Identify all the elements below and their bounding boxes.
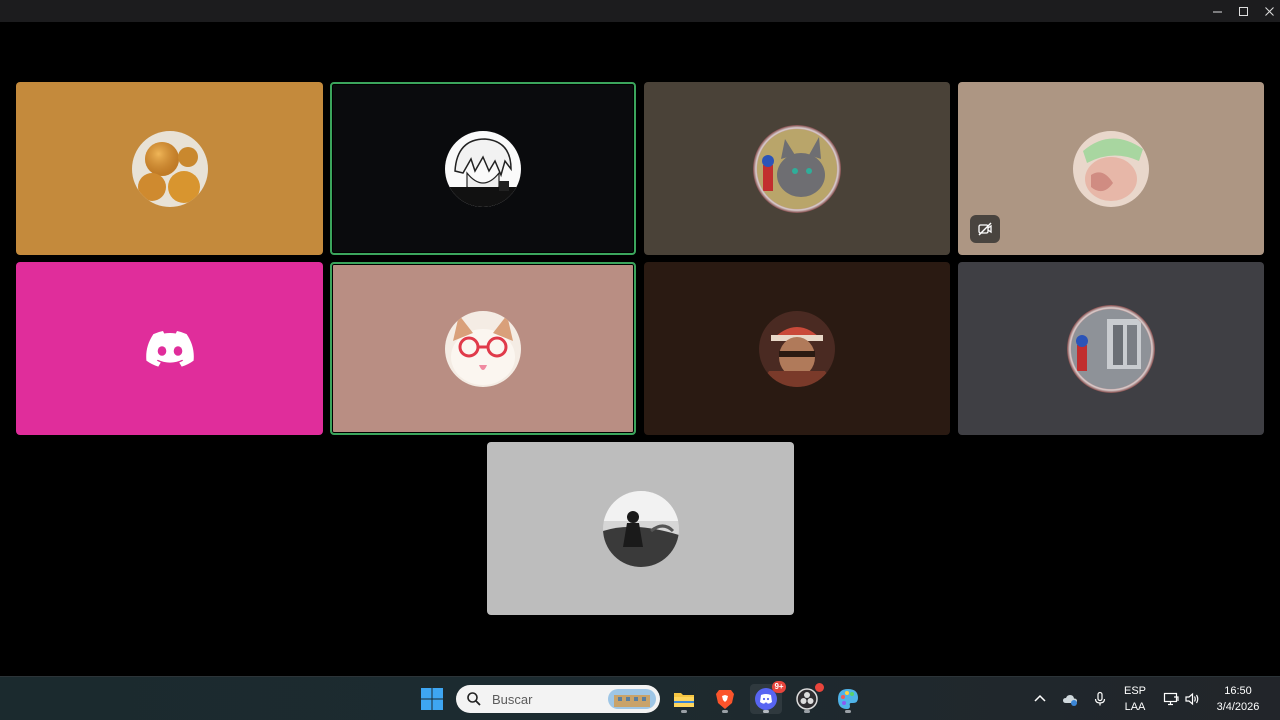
title-bar <box>0 0 1280 22</box>
participant-tile[interactable] <box>16 262 323 435</box>
microphone-tray-button[interactable] <box>1090 689 1110 709</box>
network-icon <box>1163 692 1179 706</box>
search-placeholder: Buscar <box>492 691 533 707</box>
participant-tile[interactable] <box>644 82 950 255</box>
discord-logo-icon <box>145 330 194 367</box>
participant-tile[interactable] <box>958 82 1264 255</box>
minimize-button[interactable] <box>1204 0 1230 22</box>
window-decorated-avatar <box>1067 304 1155 393</box>
chevron-up-icon <box>1034 694 1046 702</box>
windows-logo-icon <box>421 688 443 710</box>
folder-icon <box>674 693 694 707</box>
network-tray-button[interactable] <box>1161 689 1181 709</box>
clock-time: 16:50 <box>1224 685 1252 697</box>
notification-dot <box>815 683 824 692</box>
show-hidden-icons-button[interactable] <box>1030 689 1050 709</box>
maximize-icon <box>1238 6 1248 16</box>
taskbar-app-paint[interactable] <box>832 684 864 714</box>
camera-off-indicator <box>970 215 1000 243</box>
start-button[interactable] <box>416 684 448 714</box>
notification-badge: 9+ <box>772 681 786 693</box>
language-label: ESP <box>1123 685 1146 697</box>
microphone-icon <box>1094 691 1106 706</box>
cap-selfie-avatar <box>1073 130 1149 207</box>
volume-tray-button[interactable] <box>1182 689 1202 709</box>
participant-tile[interactable] <box>958 262 1264 435</box>
running-indicator <box>804 710 810 713</box>
participant-tile[interactable] <box>644 262 950 435</box>
participant-tile-speaking[interactable] <box>330 262 636 435</box>
speaker-icon <box>1185 692 1199 706</box>
cloud-icon <box>1063 695 1077 706</box>
bw-figure-avatar <box>602 490 679 567</box>
cat-glasses-avatar <box>445 310 521 387</box>
running-indicator <box>845 710 851 713</box>
anime-white-hair-avatar <box>445 130 521 207</box>
running-indicator <box>763 710 769 713</box>
windows-taskbar: Buscar 9+ ESP LAA 16:50 3/4/2026 <box>0 676 1280 720</box>
search-icon <box>467 692 481 706</box>
onedrive-tray-button[interactable] <box>1060 689 1080 709</box>
grey-cat-decorated-avatar <box>753 124 841 213</box>
taskbar-app-discord[interactable]: 9+ <box>750 681 786 714</box>
brave-icon <box>716 690 734 709</box>
clock-date: 3/4/2026 <box>1216 701 1260 713</box>
minimize-icon <box>1212 11 1222 12</box>
taskbar-app-brave[interactable] <box>709 684 741 714</box>
clock[interactable]: 16:50 3/4/2026 <box>1210 683 1266 715</box>
close-icon <box>1264 6 1274 16</box>
close-button[interactable] <box>1256 0 1280 22</box>
beanie-man-avatar <box>759 310 835 387</box>
maximize-button[interactable] <box>1230 0 1256 22</box>
keyboard-layout-label: LAA <box>1124 701 1146 713</box>
taskbar-app-file-explorer[interactable] <box>668 684 700 714</box>
palette-icon <box>838 689 858 709</box>
voice-call-grid <box>0 22 1280 676</box>
discord-default-avatar <box>145 330 194 367</box>
search-highlight-image <box>608 689 656 709</box>
taskbar-app-obs[interactable] <box>791 683 824 714</box>
camera-off-icon <box>978 222 992 236</box>
participant-tile[interactable] <box>16 82 323 255</box>
input-language-indicator[interactable]: ESP LAA <box>1118 683 1152 715</box>
participant-tile-speaking[interactable] <box>330 82 636 255</box>
running-indicator <box>681 710 687 713</box>
fried-balls-avatar <box>131 130 208 207</box>
taskbar-search-box[interactable]: Buscar <box>456 685 660 713</box>
running-indicator <box>722 710 728 713</box>
participant-tile[interactable] <box>487 442 794 615</box>
